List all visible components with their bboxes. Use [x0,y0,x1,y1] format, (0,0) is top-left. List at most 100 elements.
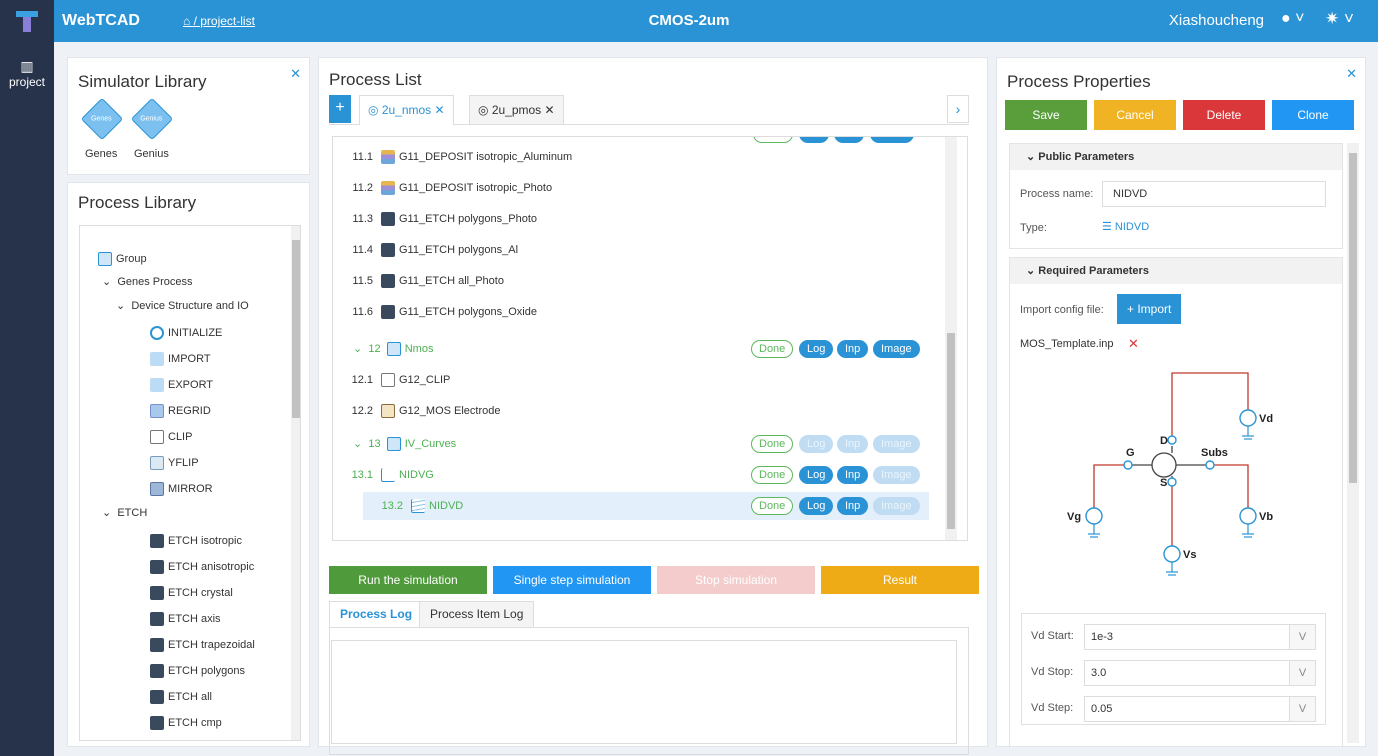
config-file-name: MOS_Template.inp [1020,338,1114,350]
required-parameters-header[interactable]: ⌄ Required Parameters [1010,258,1342,284]
genius-icon[interactable]: Genius [130,97,174,141]
close-tab-icon[interactable]: ✕ [431,103,445,117]
clone-button[interactable]: Clone [1272,100,1354,130]
process-log-output[interactable] [331,640,957,744]
process-row-11-2[interactable]: 11.2 G11_DEPOSIT isotropic_Photo [333,174,953,202]
process-tabs: + ◎ 2u_nmos ✕ ◎ 2u_pmos ✕ › [329,95,969,125]
inp-button[interactable]: Inp [837,435,869,453]
close-icon[interactable]: ✕ [290,66,301,82]
tree-item-etch-axis[interactable]: ETCH axis [150,608,221,630]
tree-item-group[interactable]: Group [98,248,147,270]
vd-step-input[interactable]: 0.05 V [1084,696,1316,722]
tabs-scroll-right-icon[interactable]: › [947,95,969,123]
add-tab-button[interactable]: + [329,95,351,123]
unit-label: V [1289,661,1315,685]
app-logo[interactable] [0,0,54,42]
brand-name: WebTCAD [62,12,140,29]
vd-start-input[interactable]: 1e-3 V [1084,624,1316,650]
vd-stop-input[interactable]: 3.0 V [1084,660,1316,686]
vb-label: Vb [1259,511,1273,523]
tree-item-etch-cmp[interactable]: ETCH cmp [150,712,222,734]
tab-2u-nmos[interactable]: ◎ 2u_nmos ✕ [359,95,454,125]
etch-icon [381,243,395,258]
process-group-13[interactable]: ⌄ 13 IV_Curves Done Log Inp Image [333,430,953,458]
top-bar: WebTCAD ⌂ / project-list CMOS-2um Xiasho… [0,0,1378,42]
process-library-title: Process Library [78,193,197,212]
tree-item-regrid[interactable]: REGRID [150,400,211,422]
import-button[interactable]: + Import [1117,294,1182,324]
tree-item-initialize[interactable]: INITIALIZE [150,322,222,344]
tree-item-etch-anisotropic[interactable]: ETCH anisotropic [150,556,254,578]
tab-2u-pmos[interactable]: ◎ 2u_pmos ✕ [469,95,564,124]
tab-process-item-log[interactable]: Process Item Log [419,601,535,627]
tree-item-genes-process[interactable]: ⌄ Genes Process [102,271,193,293]
inp-button[interactable]: Inp [837,466,869,484]
image-button[interactable]: Image [873,466,920,484]
tab-process-log[interactable]: Process Log [329,601,424,627]
tree-scrollbar[interactable] [291,226,300,740]
image-button[interactable]: Image [873,340,920,358]
nav-item-project[interactable]: ▥ project [0,42,54,89]
run-simulation-button[interactable]: Run the simulation [329,566,487,594]
process-row-11-4[interactable]: 11.4 G11_ETCH polygons_Al [333,236,953,264]
done-button[interactable]: Done [751,497,794,515]
remove-file-icon[interactable]: ✕ [1128,336,1139,352]
cancel-button[interactable]: Cancel [1094,100,1176,130]
save-button[interactable]: Save [1005,100,1087,130]
inp-button[interactable]: Inp [837,497,869,515]
user-menu-icon[interactable]: ● ˅ [1281,10,1304,28]
delete-button[interactable]: Delete [1183,100,1265,130]
tree-item-device-structure[interactable]: ⌄ Device Structure and IO [116,295,249,317]
process-row-12-2[interactable]: 12.2 G12_MOS Electrode [333,397,953,425]
gear-icon[interactable]: ✷ ˅ [1325,9,1354,29]
log-button[interactable]: Log [799,340,834,358]
done-button[interactable]: Done [751,340,794,358]
inp-button[interactable]: Inp [837,340,869,358]
public-parameters-header[interactable]: ⌄ Public Parameters [1010,144,1342,170]
process-row-13-2[interactable]: 13.2 NIDVD Done Log Inp Image [363,492,929,520]
tree-item-yflip[interactable]: YFLIP [150,452,199,474]
tree-item-mirror[interactable]: MIRROR [150,478,213,500]
tree-item-etch-polygons[interactable]: ETCH polygons [150,660,245,682]
stop-simulation-button[interactable]: Stop simulation [657,566,815,594]
result-button[interactable]: Result [821,566,979,594]
tree-item-etch-all[interactable]: ETCH all [150,686,212,708]
log-button[interactable]: Log [799,466,834,484]
log-button[interactable]: Log [799,497,834,515]
genes-icon[interactable]: Genes [80,97,124,141]
tree-item-etch-crystal[interactable]: ETCH crystal [150,582,233,604]
process-name-label: Process name: [1020,188,1094,200]
done-button[interactable]: Done [751,466,794,484]
image-button[interactable]: Image [873,435,920,453]
properties-scrollbar[interactable] [1347,143,1359,743]
etch-icon [381,212,395,227]
done-button[interactable]: Done [751,435,794,453]
process-row-11-5[interactable]: 11.5 G11_ETCH all_Photo [333,267,953,295]
breadcrumb-project-list[interactable]: ⌂ / project-list [183,14,255,28]
process-row-12-1[interactable]: 12.1 G12_CLIP [333,366,953,394]
close-icon[interactable]: ✕ [1346,66,1357,82]
tree-item-etch[interactable]: ⌄ ETCH [102,502,147,524]
process-row-13-1[interactable]: 13.1 NIDVG Done Log Inp Image [333,461,953,489]
process-name-input[interactable]: NIDVD [1102,181,1326,207]
process-row-11-6[interactable]: 11.6 G11_ETCH polygons_Oxide [333,298,953,326]
tree-item-etch-isotropic[interactable]: ETCH isotropic [150,530,242,552]
process-row-11-1[interactable]: 11.1 G11_DEPOSIT isotropic_Aluminum [333,143,953,171]
tree-item-clip[interactable]: CLIP [150,426,192,448]
process-group-12[interactable]: ⌄ 12 Nmos Done Log Inp Image [333,335,953,363]
tree-item-etch-trapezoidal[interactable]: ETCH trapezoidal [150,634,255,656]
single-step-button[interactable]: Single step simulation [493,566,651,594]
vd-label: Vd [1259,413,1273,425]
tree-item-export[interactable]: EXPORT [150,374,213,396]
username[interactable]: Xiashoucheng [1169,12,1264,29]
log-button[interactable]: Log [799,435,834,453]
chevron-down-icon: ⌄ [353,438,369,450]
unit-label: V [1289,697,1315,721]
close-tab-icon[interactable]: ✕ [541,103,555,117]
process-row-11-3[interactable]: 11.3 G11_ETCH polygons_Photo [333,205,953,233]
image-button[interactable]: Image [873,497,920,515]
tree-item-import[interactable]: IMPORT [150,348,211,370]
process-steps-list: 11.1 G11_DEPOSIT isotropic_Aluminum 11.2 G… [332,136,968,541]
process-library-panel: Process Library Group ⌄ Genes Process ⌄ … [67,182,310,747]
process-list-scrollbar[interactable] [945,137,957,540]
